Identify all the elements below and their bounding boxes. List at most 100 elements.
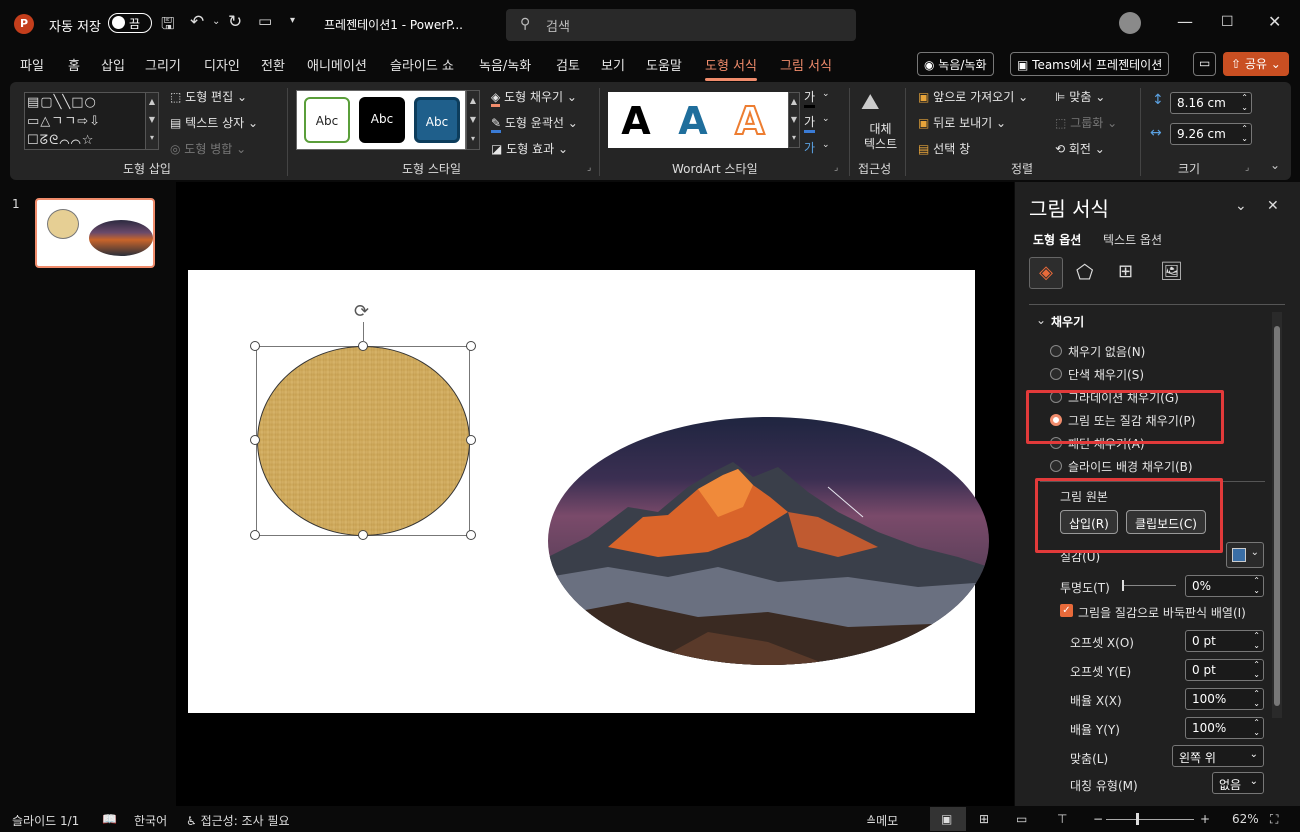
textured-ellipse-shape[interactable] [257,346,470,536]
normal-view-icon[interactable]: ▣ [941,812,952,826]
tab-view[interactable]: 보기 [601,55,625,74]
scale-y-field[interactable]: 100% ⌃ ⌄ [1185,717,1264,739]
tab-help[interactable]: 도움말 [646,55,682,74]
fill-option-slide-background[interactable]: 슬라이드 배경 채우기(B) [1068,458,1193,475]
tab-picture-format[interactable]: 그림 서식 [780,55,832,74]
wordart-style-black[interactable]: A [612,97,660,145]
collapse-ribbon-icon[interactable]: ⌄ [1270,158,1280,172]
text-fill-dropdown-icon[interactable]: ⌄ [822,89,830,99]
text-outline-button[interactable]: 가 [804,113,816,133]
zoom-in-icon[interactable]: + [1200,812,1210,826]
tab-shape-format[interactable]: 도형 서식 [705,55,757,81]
text-effects-dropdown-icon[interactable]: ⌄ [822,140,830,150]
align-button[interactable]: ⊫ 맞춤 ⌄ [1055,88,1105,105]
text-fill-button[interactable]: 가 [804,88,816,108]
fill-option-radio[interactable] [1050,368,1062,380]
merge-shapes-button[interactable]: ◎ 도형 병합 ⌄ [170,140,246,157]
rotate-button[interactable]: ⟲ 회전 ⌄ [1055,140,1105,157]
redo-icon[interactable]: ↻ [228,12,242,32]
text-box-button[interactable]: ▤ 텍스트 상자 ⌄ [170,114,258,131]
teams-present-button[interactable]: ▣ Teams에서 프레젠테이션 [1010,52,1170,76]
shape-outline-button[interactable]: ✎ 도형 윤곽선 ⌄ [491,114,578,133]
shape-fill-button[interactable]: ◈ 도형 채우기 ⌄ [491,88,577,107]
present-from-start-icon[interactable]: ▭ [258,12,272,30]
resize-handle-bottom-right[interactable] [466,530,476,540]
text-effects-button[interactable]: 가 [804,139,815,156]
slideshow-view-icon[interactable]: ⊤ [1057,812,1067,826]
shape-styles-launcher-icon[interactable]: ⌟ [587,163,591,173]
rotate-handle-icon[interactable]: ⟳ [354,301,369,322]
scale-x-field[interactable]: 100% ⌃ ⌄ [1185,688,1264,710]
record-button[interactable]: ◉ 녹음/녹화 [917,52,994,76]
group-button[interactable]: ⬚ 그룹화 ⌄ [1055,114,1117,131]
alignment-dropdown[interactable]: 왼쪽 위 ⌄ [1172,745,1264,767]
alt-text-icon[interactable]: ⛰ [861,90,879,115]
slide-sorter-icon[interactable]: ⊞ [979,812,989,826]
tab-animations[interactable]: 애니메이션 [307,55,367,74]
fill-option-radio[interactable] [1050,460,1062,472]
height-field[interactable]: 8.16 cm ⌃ ⌄ [1170,92,1252,114]
maximize-icon[interactable]: ☐ [1221,14,1234,30]
transparency-slider[interactable] [1122,580,1176,591]
tab-slideshow[interactable]: 슬라이드 쇼 [390,55,454,74]
reading-view-icon[interactable]: ▭ [1016,812,1027,826]
shape-style-white[interactable]: Abc [304,97,350,143]
tab-insert[interactable]: 삽입 [101,55,125,74]
language-indicator[interactable]: 한국어 [134,812,167,829]
offset-y-field[interactable]: 0 pt ⌃ ⌄ [1185,659,1264,681]
mirror-dropdown[interactable]: 없음 ⌄ [1212,772,1264,794]
customize-qat-icon[interactable]: ▾ [290,15,295,26]
comments-icon[interactable]: ▭ [1193,52,1217,76]
texture-picker[interactable]: ⌄ [1226,542,1264,568]
shape-style-blue[interactable]: Abc [414,97,460,143]
effects-icon[interactable]: ⬠ [1076,260,1093,284]
wordart-launcher-icon[interactable]: ⌟ [834,163,838,173]
selection-pane-button[interactable]: ▤ 선택 창 [918,140,970,157]
spelling-icon[interactable]: 📖 [102,812,117,826]
tab-review[interactable]: 검토 [556,55,580,74]
tab-recording[interactable]: 녹음/녹화 [479,55,531,74]
shape-gallery[interactable]: ▤▢╲╲□○ ▭△ㄱㄱ⇨⇩ ☐ᘔᘓ⌒⌒☆ [24,92,150,150]
tab-home[interactable]: 홈 [68,55,80,74]
bring-forward-button[interactable]: ▣ 앞으로 가져오기 ⌄ [918,88,1028,105]
size-launcher-icon[interactable]: ⌟ [1245,163,1249,173]
shape-style-scroll[interactable]: ▲ ▼ ▾ [466,90,480,150]
shape-gallery-scroll[interactable]: ▲ ▼ ▾ [145,92,159,150]
resize-handle-top-right[interactable] [466,341,476,351]
close-icon[interactable]: ✕ [1268,12,1281,31]
width-field[interactable]: 9.26 cm ⌃ ⌄ [1170,123,1252,145]
wordart-style-orange[interactable]: A [726,97,774,145]
shape-effects-button[interactable]: ◪ 도형 효과 ⌄ [491,140,568,157]
undo-dropdown-icon[interactable]: ⌄ [212,16,220,27]
alt-text-button[interactable]: 대체 텍스트 [864,122,897,152]
fill-line-icon[interactable]: ◈ [1029,257,1063,289]
save-icon[interactable]: 🖫 [161,13,175,40]
notes-button[interactable]: ≙메모 [866,812,898,829]
zoom-level[interactable]: 62% [1232,812,1259,826]
wordart-style-blue[interactable]: A [669,97,717,145]
tab-file[interactable]: 파일 [20,55,44,74]
tab-shape-options[interactable]: 도형 옵션 [1033,231,1081,248]
tile-checkbox[interactable]: ✓ [1060,604,1073,617]
pane-options-icon[interactable]: ⌄ [1235,198,1247,214]
mountain-picture-ellipse[interactable] [548,417,989,665]
edit-shape-button[interactable]: ⬚ 도형 편집 ⌄ [170,88,247,105]
fill-option-no-fill[interactable]: 채우기 없음(N) [1068,343,1145,360]
fill-section-header[interactable]: 채우기 [1051,313,1084,330]
resize-handle-bottom-left[interactable] [250,530,260,540]
pane-scrollbar[interactable] [1272,312,1282,718]
size-properties-icon[interactable]: ⊞ [1118,261,1133,282]
accessibility-status[interactable]: ♿ 접근성: 조사 필요 [186,812,290,829]
tab-design[interactable]: 디자인 [204,55,240,74]
zoom-slider[interactable] [1106,813,1194,825]
transparency-field[interactable]: 0% ⌃ ⌄ [1185,575,1264,597]
fill-option-radio[interactable] [1050,345,1062,357]
search-box[interactable]: ⚲ 검색 [506,9,856,41]
minimize-icon[interactable]: — [1177,12,1193,31]
wordart-scroll[interactable]: ▲ ▼ ▾ [788,92,800,148]
offset-x-field[interactable]: 0 pt ⌃ ⌄ [1185,630,1264,652]
account-icon[interactable] [1119,12,1141,34]
fill-option-solid[interactable]: 단색 채우기(S) [1068,366,1144,383]
undo-icon[interactable]: ↶ [190,12,204,32]
resize-handle-right[interactable] [466,435,476,445]
